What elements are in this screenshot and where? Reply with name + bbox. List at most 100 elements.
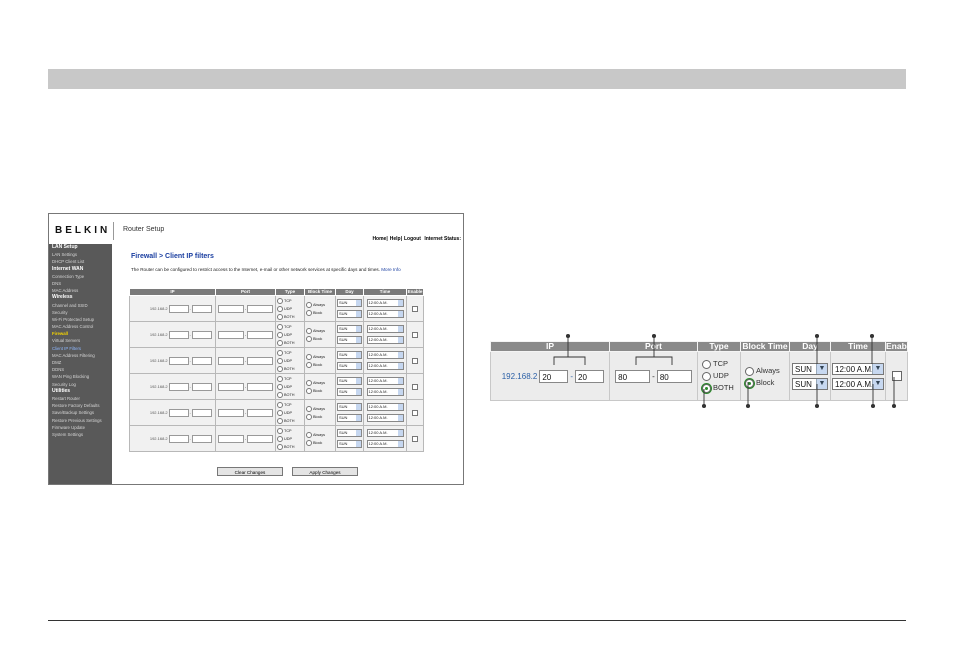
type-udp-radio[interactable]: UDP [277,435,304,443]
block-always-radio[interactable]: Always [306,353,335,361]
day-from-select[interactable]: SUN [337,403,362,411]
type-tcp-radio[interactable]: TCP [277,349,304,357]
sidebar-item-12[interactable]: Firewall [49,330,112,337]
block-block-radio[interactable]: Block [306,413,335,421]
port-start-input[interactable] [217,408,244,417]
type-udp-radio[interactable]: UDP [277,331,304,339]
block-always-radio[interactable]: Always [306,405,335,413]
port-end-input[interactable] [247,330,274,339]
sidebar-item-24[interactable]: Restore Previous Settings [49,417,112,424]
sidebar-item-26[interactable]: System Settings [49,431,112,438]
type-tcp-radio[interactable]: TCP [702,358,740,370]
day-from-select[interactable]: SUN ▼ [792,362,828,375]
ip-end-input[interactable] [192,304,212,313]
type-both-radio[interactable]: BOTH [277,391,304,399]
port-end-input[interactable] [247,356,274,365]
sidebar-item-2[interactable]: DHCP Client List [49,258,112,265]
type-both-radio[interactable]: BOTH [277,313,304,321]
block-block-radio[interactable]: Block [306,361,335,369]
sidebar-item-8[interactable]: Channel and SSID [49,302,112,309]
ip-end-input[interactable] [192,408,212,417]
block-block-radio[interactable]: Block [306,387,335,395]
sidebar-item-16[interactable]: DMZ [49,359,112,366]
type-tcp-radio[interactable]: TCP [277,323,304,331]
sidebar-item-17[interactable]: DDNS [49,366,112,373]
day-from-select[interactable]: SUN [337,429,362,437]
day-from-select[interactable]: SUN [337,377,362,385]
ip-end-input[interactable] [192,434,212,443]
port-start-input[interactable] [217,382,244,391]
day-to-select[interactable]: SUN [337,362,362,370]
ip-start-input[interactable] [168,408,189,417]
enable-checkbox[interactable] [891,371,902,381]
time-from-select[interactable]: 12:00 A.M. [366,429,404,437]
sidebar-item-14[interactable]: Client IP Filters [49,345,112,352]
port-end-input[interactable]: 80 [656,369,692,383]
port-start-input[interactable] [217,304,244,313]
sidebar-item-5[interactable]: DNS [49,280,112,287]
type-udp-radio[interactable]: UDP [277,305,304,313]
enable-checkbox[interactable] [412,409,418,416]
sidebar-item-22[interactable]: Restore Factory Defaults [49,402,112,409]
time-to-select[interactable]: 12:00 A.M. [366,414,404,422]
ip-start-input[interactable]: 20 [539,369,569,383]
enable-checkbox[interactable] [412,383,418,390]
help-link[interactable]: Help [390,236,401,242]
day-to-select[interactable]: SUN [337,388,362,396]
time-to-select[interactable]: 12:00 A.M. [366,310,404,318]
ip-end-input[interactable] [192,382,212,391]
more-info-link[interactable]: More Info [381,267,400,272]
apply-changes-button[interactable]: Apply Changes [292,467,358,476]
enable-checkbox[interactable] [412,435,418,442]
type-tcp-radio[interactable]: TCP [277,297,304,305]
day-from-select[interactable]: SUN [337,299,362,307]
type-both-radio[interactable]: BOTH [702,382,740,394]
time-from-select[interactable]: 12:00 A.M. [366,351,404,359]
ip-start-input[interactable] [168,356,189,365]
sidebar-item-19[interactable]: Security Log [49,381,112,388]
block-block-radio[interactable]: Block [745,377,789,389]
block-always-radio[interactable]: Always [306,431,335,439]
ip-start-input[interactable] [168,304,189,313]
type-udp-radio[interactable]: UDP [702,370,740,382]
block-always-radio[interactable]: Always [306,327,335,335]
day-to-select[interactable]: SUN ▼ [792,377,828,390]
port-end-input[interactable] [247,382,274,391]
sidebar-item-9[interactable]: Security [49,309,112,316]
day-to-select[interactable]: SUN [337,414,362,422]
port-start-input[interactable] [217,434,244,443]
type-udp-radio[interactable]: UDP [277,357,304,365]
type-both-radio[interactable]: BOTH [277,365,304,373]
type-both-radio[interactable]: BOTH [277,417,304,425]
type-tcp-radio[interactable]: TCP [277,427,304,435]
enable-checkbox[interactable] [412,305,418,312]
block-always-radio[interactable]: Always [745,365,789,377]
sidebar-item-25[interactable]: Firmware Update [49,424,112,431]
day-from-select[interactable]: SUN [337,351,362,359]
block-always-radio[interactable]: Always [306,379,335,387]
day-to-select[interactable]: SUN [337,440,362,448]
type-udp-radio[interactable]: UDP [277,409,304,417]
block-block-radio[interactable]: Block [306,335,335,343]
sidebar-item-23[interactable]: Save/Backup Settings [49,409,112,416]
port-start-input[interactable]: 80 [615,369,651,383]
time-from-select[interactable]: 12:00 A.M. ▼ [832,362,884,375]
sidebar-item-10[interactable]: Wi-Fi Protected Setup [49,316,112,323]
time-from-select[interactable]: 12:00 A.M. [366,299,404,307]
block-block-radio[interactable]: Block [306,439,335,447]
sidebar-item-18[interactable]: WAN Ping Blocking [49,373,112,380]
sidebar-item-4[interactable]: Connection Type [49,273,112,280]
ip-start-input[interactable] [168,434,189,443]
block-block-radio[interactable]: Block [306,309,335,317]
time-to-select[interactable]: 12:00 A.M. [366,362,404,370]
time-from-select[interactable]: 12:00 A.M. [366,403,404,411]
port-start-input[interactable] [217,356,244,365]
sidebar-item-15[interactable]: MAC Address Filtering [49,352,112,359]
ip-end-input[interactable] [192,356,212,365]
time-from-select[interactable]: 12:00 A.M. [366,377,404,385]
day-to-select[interactable]: SUN [337,336,362,344]
day-from-select[interactable]: SUN [337,325,362,333]
time-to-select[interactable]: 12:00 A.M. ▼ [832,377,884,390]
logout-link[interactable]: Logout [404,236,421,242]
ip-start-input[interactable] [168,330,189,339]
